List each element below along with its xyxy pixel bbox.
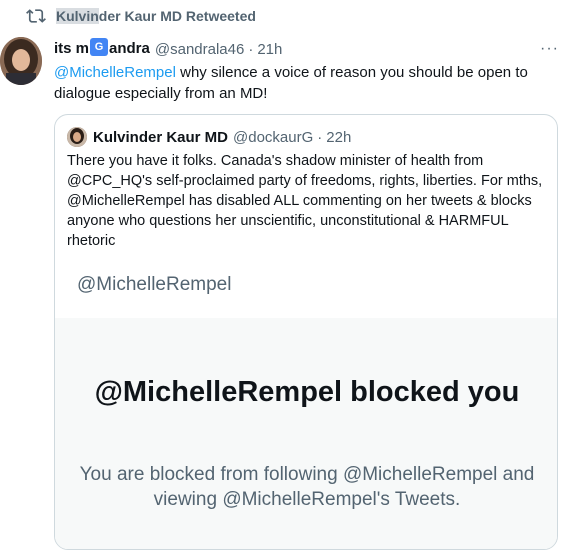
author-name-end: andra bbox=[109, 39, 150, 57]
quote-image[interactable]: @MichelleRempel @MichelleRempel blocked … bbox=[55, 266, 557, 549]
avatar-photo bbox=[0, 37, 42, 85]
image-title: @MichelleRempel blocked you bbox=[94, 376, 520, 408]
more-icon[interactable]: ··· bbox=[540, 40, 559, 58]
tweet-text: @MichelleRempel why silence a voice of r… bbox=[54, 62, 554, 104]
translate-icon[interactable]: G bbox=[90, 37, 109, 56]
image-top-bar: @MichelleRempel bbox=[55, 266, 557, 318]
retweeted-label: Retweeted bbox=[182, 8, 256, 24]
avatar[interactable] bbox=[0, 37, 42, 85]
tweet-header: its m Gandra @sandrala46 · 21h bbox=[54, 37, 282, 59]
mention-link[interactable]: @MichelleRempel bbox=[54, 64, 176, 81]
author-name-start: its m bbox=[54, 39, 90, 57]
author-handle[interactable]: @sandrala46 bbox=[155, 41, 244, 58]
quote-dot-separator: · bbox=[317, 128, 323, 146]
tweet-time[interactable]: 21h bbox=[257, 41, 282, 58]
quote-author-handle[interactable]: @dockaurG bbox=[233, 129, 313, 146]
quote-time[interactable]: 22h bbox=[326, 129, 351, 146]
image-body: You are blocked from following @Michelle… bbox=[79, 464, 535, 510]
retweeter-name-rest: der Kaur MD bbox=[98, 8, 183, 24]
quote-avatar-photo bbox=[67, 127, 87, 147]
retweet-icon bbox=[26, 9, 46, 23]
quote-header: Kulvinder Kaur MD @dockaurG · 22h bbox=[67, 127, 351, 147]
dot-separator: · bbox=[248, 40, 254, 58]
quoted-tweet[interactable]: Kulvinder Kaur MD @dockaurG · 22h There … bbox=[54, 114, 558, 550]
quote-text: There you have it folks. Canada's shadow… bbox=[67, 153, 543, 249]
retweeter-name[interactable]: Kulvinder Kaur MD bbox=[56, 8, 182, 24]
retweeter-name-highlight: Kulvin bbox=[56, 8, 99, 24]
retweet-context[interactable]: Kulvinder Kaur MD Retweeted bbox=[26, 6, 256, 26]
quote-author-name[interactable]: Kulvinder Kaur MD bbox=[93, 129, 228, 146]
author-name[interactable]: its m Gandra bbox=[54, 37, 150, 59]
quote-avatar[interactable] bbox=[67, 127, 87, 147]
image-handle: @MichelleRempel bbox=[77, 274, 232, 295]
